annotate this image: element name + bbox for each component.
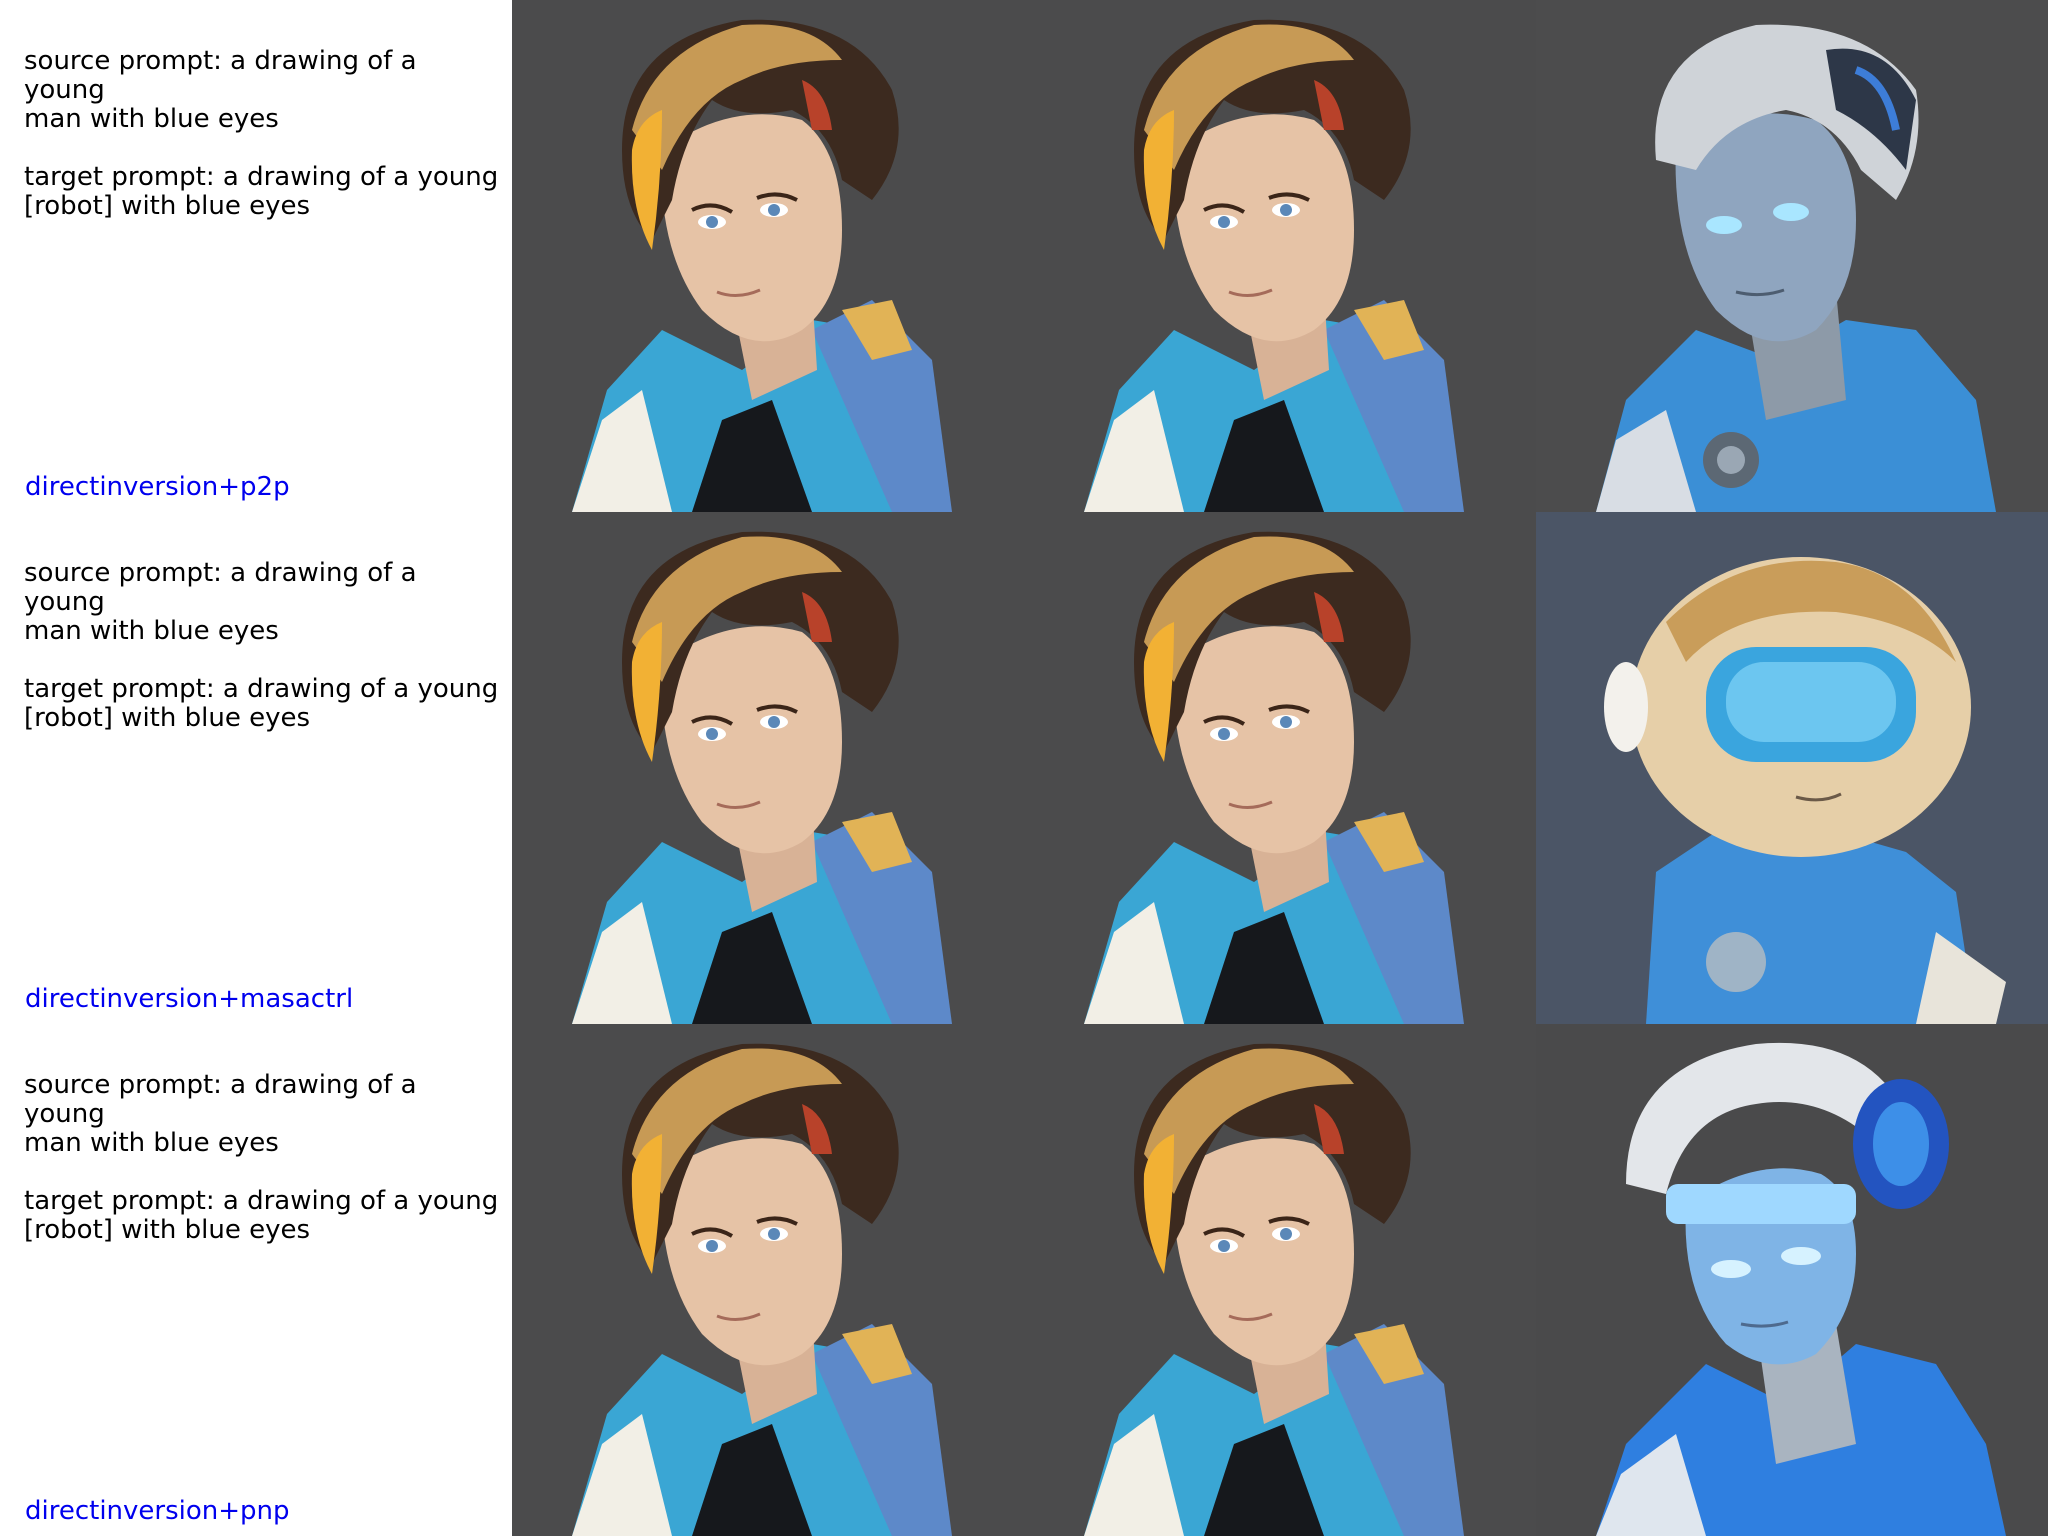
target-prompt: target prompt: a drawing of a young [rob… [24,674,499,733]
comparison-grid: source prompt: a drawing of a young man … [0,0,2048,1536]
target-prompt: target prompt: a drawing of a young [rob… [24,162,499,221]
method-label: directinversion+p2p [25,472,290,502]
edited-image [1536,512,2048,1024]
edited-image [1536,1024,2048,1536]
source-image [512,0,1024,512]
source-prompt: source prompt: a drawing of a young man … [24,558,417,646]
source-image [512,1024,1024,1536]
method-label: directinversion+pnp [25,1496,290,1526]
row-caption-1: source prompt: a drawing of a young man … [0,0,512,512]
reconstructed-image [1024,1024,1536,1536]
reconstructed-image [1024,512,1536,1024]
prompt-block: source prompt: a drawing of a young man … [24,1042,504,1274]
reconstructed-image [1024,0,1536,512]
target-prompt: target prompt: a drawing of a young [rob… [24,1186,499,1245]
source-prompt: source prompt: a drawing of a young man … [24,1070,417,1158]
edited-image [1536,0,2048,512]
method-label: directinversion+masactrl [25,984,354,1014]
prompt-block: source prompt: a drawing of a young man … [24,530,504,762]
source-image [512,512,1024,1024]
prompt-block: source prompt: a drawing of a young man … [24,18,504,250]
source-prompt: source prompt: a drawing of a young man … [24,46,417,134]
row-caption-2: source prompt: a drawing of a young man … [0,512,512,1024]
row-caption-3: source prompt: a drawing of a young man … [0,1024,512,1536]
